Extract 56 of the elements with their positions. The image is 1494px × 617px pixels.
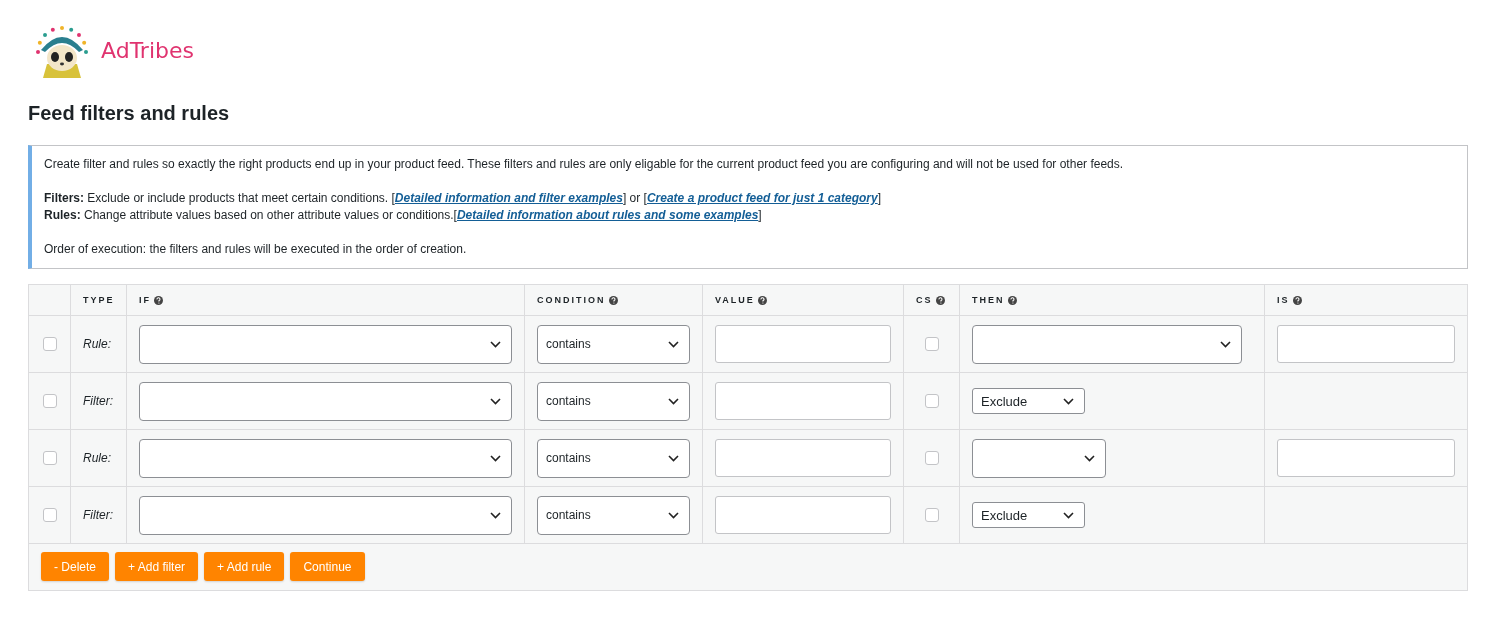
filters-description: Filters: Exclude or include products that meet certain conditions. [Detailed information and filter examples] or [Create a product feed for just 1 category] [44, 190, 882, 207]
chevron-down-icon [1063, 511, 1074, 519]
value-input[interactable] [715, 382, 891, 420]
row-checkbox[interactable] [42, 451, 57, 465]
row-type: Filter: [83, 508, 113, 522]
column-header: VALUE [715, 295, 755, 305]
chevron-down-icon [1220, 340, 1231, 348]
chevron-down-icon [490, 340, 501, 348]
chevron-down-icon [1084, 454, 1095, 462]
info-text: Create filter and rules so exactly the right products end up in your product feed. These filters and rules are only eligable for the current product feed you are configuring and will not be used for other feeds. [44, 156, 1125, 173]
chevron-down-icon [490, 454, 501, 462]
execution-order-text: Order of execution: the filters and rules will be executed in the order of creation. [44, 241, 468, 258]
column-header: IF [139, 295, 151, 305]
row-checkbox[interactable] [42, 394, 57, 408]
category-feed-link[interactable]: Create a product feed for just 1 category [646, 191, 878, 205]
chevron-down-icon [668, 454, 679, 462]
attribute-select[interactable] [139, 438, 512, 478]
chevron-down-icon [668, 340, 679, 348]
case-sensitive-checkbox[interactable] [924, 451, 939, 465]
action-select[interactable]: Exclude [972, 502, 1085, 528]
condition-select[interactable]: contains [537, 324, 690, 364]
rules-description: Rules: Change attribute values based on other attribute values or conditions.[Detailed information about rules and some examples] [44, 207, 763, 224]
value-input[interactable] [715, 439, 891, 477]
attribute-select[interactable] [139, 381, 512, 421]
value-input[interactable] [715, 325, 891, 363]
case-sensitive-checkbox[interactable] [924, 508, 939, 522]
condition-select[interactable]: contains [537, 381, 690, 421]
column-header: THEN [972, 295, 1005, 305]
row-type: Rule: [83, 337, 111, 351]
column-header: CS [916, 295, 933, 305]
attribute-select[interactable] [139, 495, 512, 535]
then-select[interactable] [972, 324, 1242, 364]
row-type: Filter: [83, 394, 113, 408]
chevron-down-icon [1063, 397, 1074, 405]
chevron-down-icon [490, 511, 501, 519]
condition-select[interactable]: contains [537, 438, 690, 478]
then-select[interactable] [972, 438, 1106, 478]
result-input[interactable] [1277, 325, 1455, 363]
action-select[interactable]: Exclude [972, 388, 1085, 414]
case-sensitive-checkbox[interactable] [924, 337, 939, 351]
chevron-down-icon [668, 397, 679, 405]
column-header: CONDITION [537, 295, 606, 305]
brand-name: AdTribes [101, 37, 194, 63]
column-header: IS [1277, 295, 1290, 305]
case-sensitive-checkbox[interactable] [924, 394, 939, 408]
chevron-down-icon [490, 397, 501, 405]
chevron-down-icon [668, 511, 679, 519]
value-input[interactable] [715, 496, 891, 534]
attribute-select[interactable] [139, 324, 512, 364]
row-checkbox[interactable] [42, 508, 57, 522]
row-checkbox[interactable] [42, 337, 57, 351]
condition-select[interactable]: contains [537, 495, 690, 535]
result-input[interactable] [1277, 439, 1455, 477]
row-type: Rule: [83, 451, 111, 465]
page-title: Feed filters and rules [28, 102, 231, 125]
column-header: TYPE [83, 295, 115, 305]
